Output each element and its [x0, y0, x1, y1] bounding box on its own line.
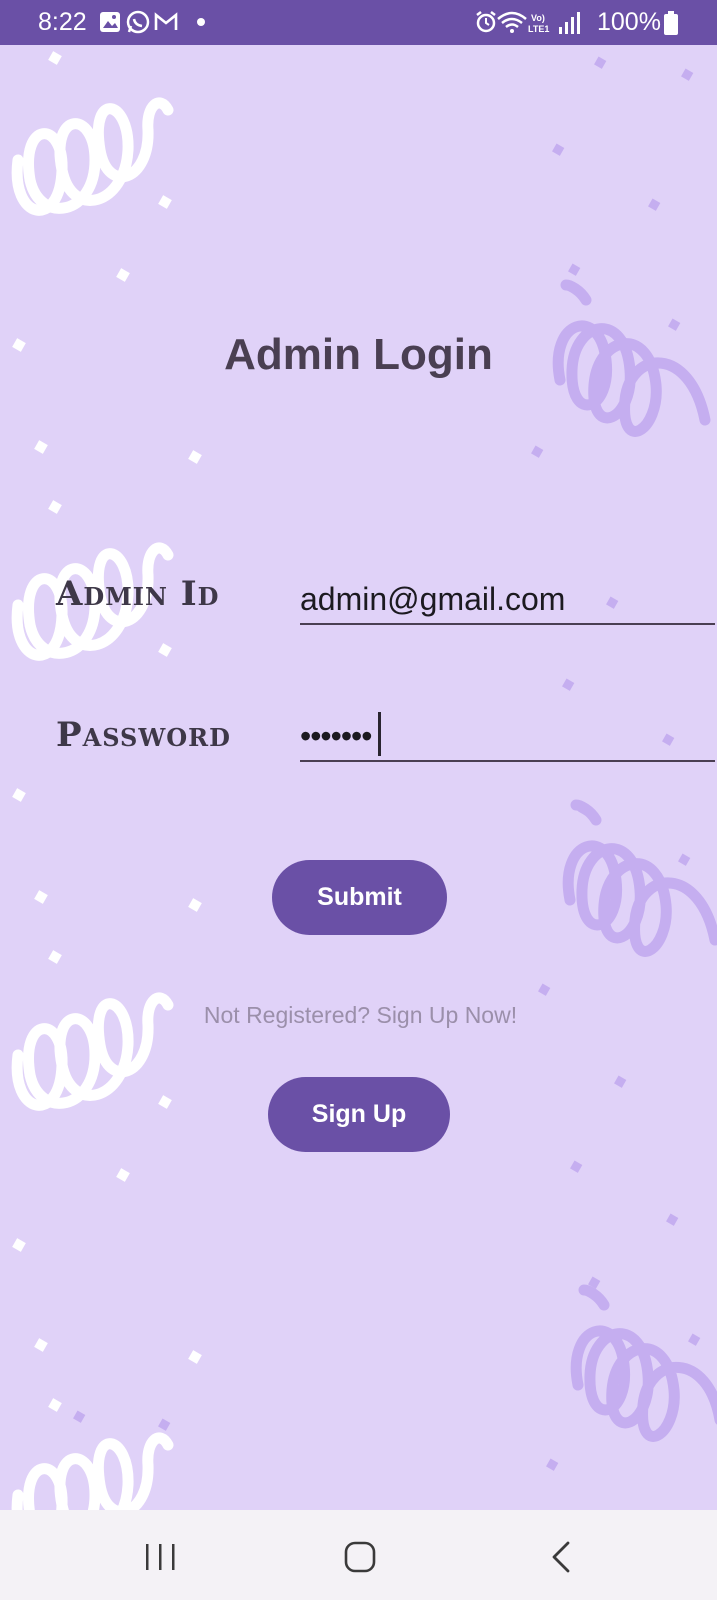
back-icon[interactable] — [530, 1532, 590, 1582]
background-decoration — [11, 51, 717, 1510]
alarm-icon — [476, 11, 496, 33]
notification-icons — [100, 10, 205, 34]
gmail-icon — [154, 12, 178, 30]
password-input[interactable] — [300, 712, 715, 762]
swirl-decoration-icon — [562, 799, 717, 957]
admin-id-input[interactable] — [300, 575, 715, 625]
status-time: 8:22 — [38, 8, 87, 36]
svg-text:Vo): Vo) — [531, 13, 545, 23]
recents-icon[interactable] — [130, 1532, 190, 1582]
battery-percent: 100% — [597, 8, 661, 36]
battery-icon — [664, 11, 678, 35]
navigation-bar — [0, 1510, 717, 1600]
admin-id-label: Admin Id — [56, 574, 220, 614]
swirl-decoration-icon — [570, 1284, 717, 1442]
swirl-decoration-icon — [11, 97, 174, 216]
sign-up-button[interactable]: Sign Up — [268, 1077, 450, 1152]
status-bar: 8:22 Vo) LTE1 100% — [0, 0, 717, 45]
whatsapp-icon — [126, 10, 150, 34]
submit-button[interactable]: Submit — [272, 860, 447, 935]
wifi-icon — [497, 11, 527, 33]
password-label: Password — [56, 715, 231, 755]
gallery-icon — [100, 12, 120, 32]
page-title: Admin Login — [224, 330, 493, 379]
system-icons: Vo) LTE1 — [476, 11, 580, 34]
signal-icon — [559, 12, 580, 34]
volte-icon: Vo) LTE1 — [528, 13, 549, 34]
svg-text:LTE1: LTE1 — [528, 24, 549, 34]
dot-icon — [197, 18, 205, 26]
confetti-decoration — [73, 56, 701, 1471]
swirl-decoration-icon — [11, 1432, 174, 1510]
home-icon[interactable] — [330, 1532, 390, 1582]
text-caret — [378, 712, 381, 756]
signup-hint: Not Registered? Sign Up Now! — [203, 1002, 518, 1028]
